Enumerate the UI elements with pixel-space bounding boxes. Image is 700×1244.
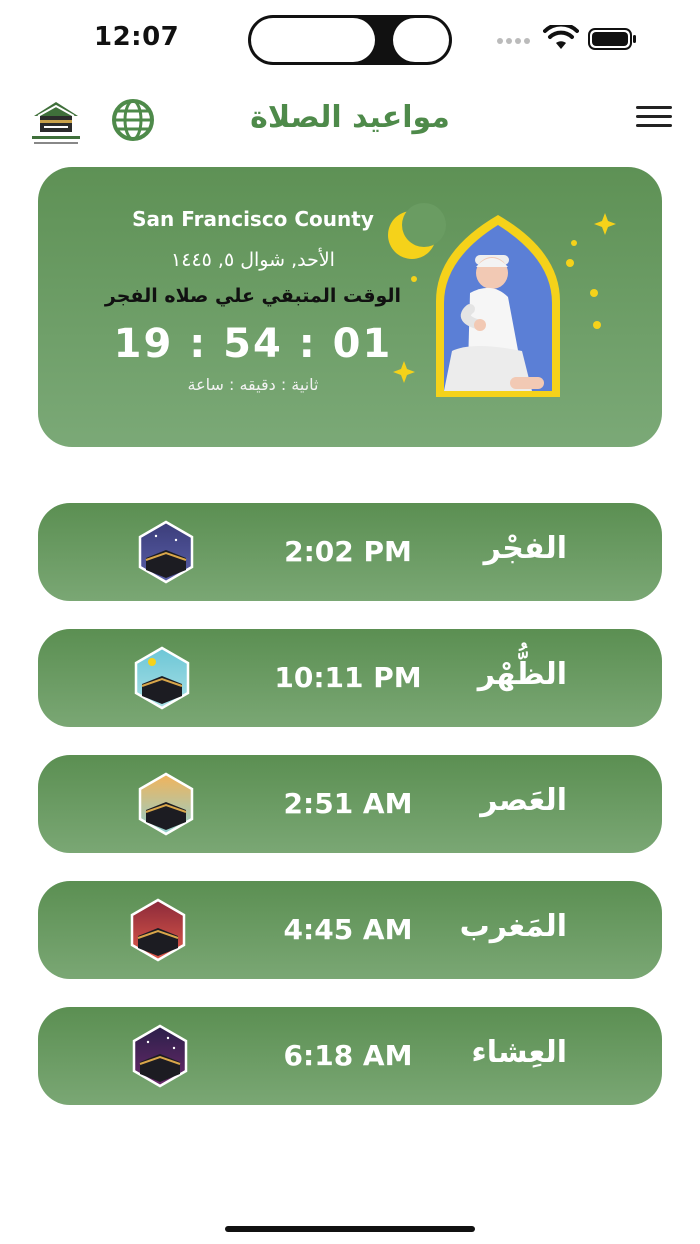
prayer-name: العِشاء bbox=[471, 1035, 567, 1070]
page-title: مواعيد الصلاة bbox=[250, 100, 450, 135]
battery-icon bbox=[588, 28, 636, 50]
isha-kaaba-icon bbox=[132, 1024, 188, 1088]
countdown-timer: 19 : 54 : 01 bbox=[113, 321, 393, 367]
prayer-time: 2:02 PM bbox=[284, 535, 412, 568]
prayer-name: الظُّهْر bbox=[477, 657, 567, 692]
maghrib-kaaba-icon bbox=[130, 898, 186, 962]
prayer-name: الفجْر bbox=[483, 531, 567, 566]
cellular-signal-icon bbox=[497, 38, 530, 44]
dhuhr-kaaba-icon bbox=[134, 646, 190, 710]
wifi-icon bbox=[543, 25, 579, 49]
prayer-row-asr[interactable]: العَصر 2:51 AM bbox=[38, 755, 662, 853]
prayer-row-isha[interactable]: العِشاء 6:18 AM bbox=[38, 1007, 662, 1105]
hijri-date: الأحد, شوال ٥, ١٤٤٥ bbox=[171, 249, 335, 271]
status-bar: 12:07 bbox=[0, 0, 700, 80]
next-prayer-card: San Francisco County الأحد, شوال ٥, ١٤٤٥… bbox=[38, 167, 662, 447]
countdown-info: San Francisco County الأحد, شوال ٥, ١٤٤٥… bbox=[83, 207, 423, 394]
prayer-row-maghrib[interactable]: المَغرب 4:45 AM bbox=[38, 881, 662, 979]
location-name: San Francisco County bbox=[132, 207, 374, 231]
hamburger-menu-button[interactable] bbox=[636, 106, 672, 132]
prayer-row-fajr[interactable]: الفجْر 2:02 PM bbox=[38, 503, 662, 601]
asr-kaaba-icon bbox=[138, 772, 194, 836]
prayer-row-dhuhr[interactable]: الظُّهْر 10:11 PM bbox=[38, 629, 662, 727]
app-header: مواعيد الصلاة bbox=[0, 90, 700, 150]
fajr-kaaba-icon bbox=[138, 520, 194, 584]
home-indicator[interactable] bbox=[225, 1226, 475, 1232]
dynamic-island bbox=[248, 15, 452, 65]
status-time: 12:07 bbox=[94, 22, 180, 52]
prayer-time: 4:45 AM bbox=[283, 913, 413, 946]
countdown-units: ثانية : دقيقه : ساعة bbox=[187, 375, 319, 394]
prayer-times-list: الفجْر 2:02 PM الظُّهْر 10:11 PM العَصر … bbox=[38, 503, 662, 1133]
praying-man-illustration bbox=[388, 203, 616, 397]
prayer-time: 2:51 AM bbox=[283, 787, 413, 820]
remaining-time-label: الوقت المتبقي علي صلاه الفجر bbox=[104, 285, 402, 307]
prayer-time: 10:11 PM bbox=[274, 661, 422, 694]
prayer-time: 6:18 AM bbox=[283, 1039, 413, 1072]
prayer-name: العَصر bbox=[480, 783, 567, 818]
prayer-name: المَغرب bbox=[459, 909, 567, 944]
